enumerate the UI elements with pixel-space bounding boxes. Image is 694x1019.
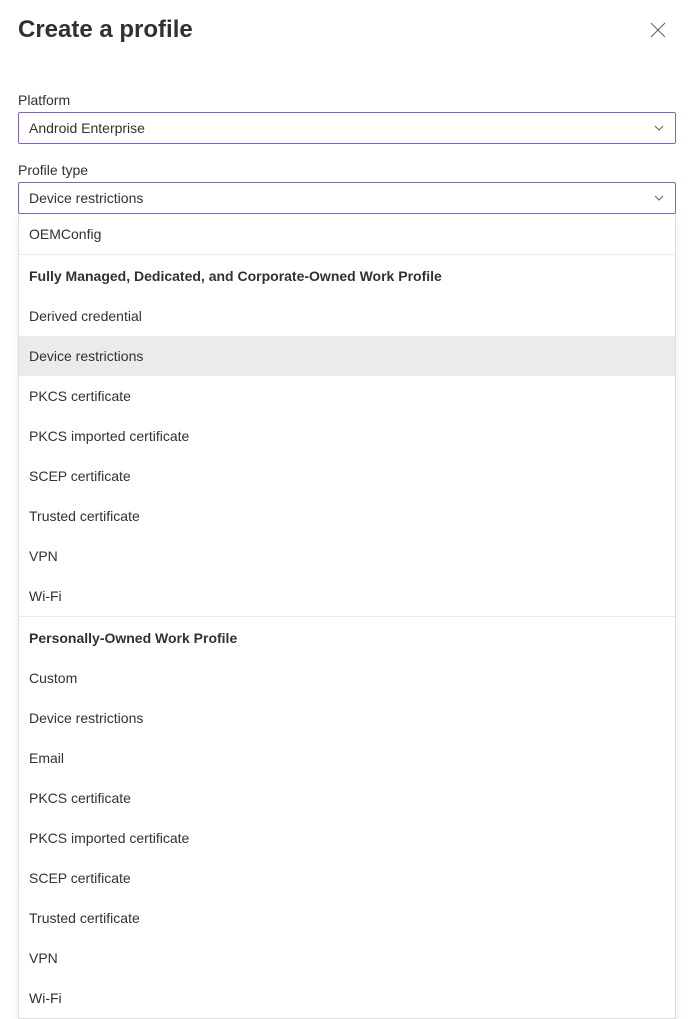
- dropdown-option[interactable]: Device restrictions: [19, 336, 675, 376]
- dropdown-option[interactable]: PKCS certificate: [19, 376, 675, 416]
- dropdown-option[interactable]: VPN: [19, 938, 675, 978]
- profile-type-dropdown-value: Device restrictions: [29, 190, 143, 206]
- dialog-header: Create a profile: [18, 16, 676, 44]
- dropdown-group-header: Personally-Owned Work Profile: [19, 616, 675, 658]
- dropdown-option[interactable]: Email: [19, 738, 675, 778]
- close-icon[interactable]: [650, 22, 666, 38]
- dropdown-option[interactable]: Custom: [19, 658, 675, 698]
- profile-type-label: Profile type: [18, 162, 676, 178]
- dropdown-group-header: Fully Managed, Dedicated, and Corporate-…: [19, 254, 675, 296]
- platform-field: Platform Android Enterprise: [18, 92, 676, 144]
- dropdown-option[interactable]: VPN: [19, 536, 675, 576]
- dropdown-option[interactable]: Wi-Fi: [19, 978, 675, 1018]
- dropdown-option[interactable]: PKCS imported certificate: [19, 416, 675, 456]
- platform-label: Platform: [18, 92, 676, 108]
- dropdown-option[interactable]: PKCS imported certificate: [19, 818, 675, 858]
- dropdown-option[interactable]: Trusted certificate: [19, 898, 675, 938]
- profile-type-dropdown-list: OEMConfigFully Managed, Dedicated, and C…: [18, 214, 676, 1019]
- profile-type-dropdown[interactable]: Device restrictions: [18, 182, 676, 214]
- dropdown-option[interactable]: PKCS certificate: [19, 778, 675, 818]
- dropdown-option[interactable]: SCEP certificate: [19, 858, 675, 898]
- chevron-down-icon: [653, 122, 665, 134]
- dropdown-option[interactable]: Wi-Fi: [19, 576, 675, 616]
- dropdown-option[interactable]: Trusted certificate: [19, 496, 675, 536]
- chevron-down-icon: [653, 192, 665, 204]
- platform-dropdown[interactable]: Android Enterprise: [18, 112, 676, 144]
- dialog-title: Create a profile: [18, 16, 193, 44]
- platform-dropdown-value: Android Enterprise: [29, 120, 145, 136]
- dropdown-option[interactable]: Device restrictions: [19, 698, 675, 738]
- dropdown-option[interactable]: Derived credential: [19, 296, 675, 336]
- dropdown-option[interactable]: SCEP certificate: [19, 456, 675, 496]
- profile-type-field: Profile type Device restrictions OEMConf…: [18, 162, 676, 1019]
- dropdown-option[interactable]: OEMConfig: [19, 214, 675, 254]
